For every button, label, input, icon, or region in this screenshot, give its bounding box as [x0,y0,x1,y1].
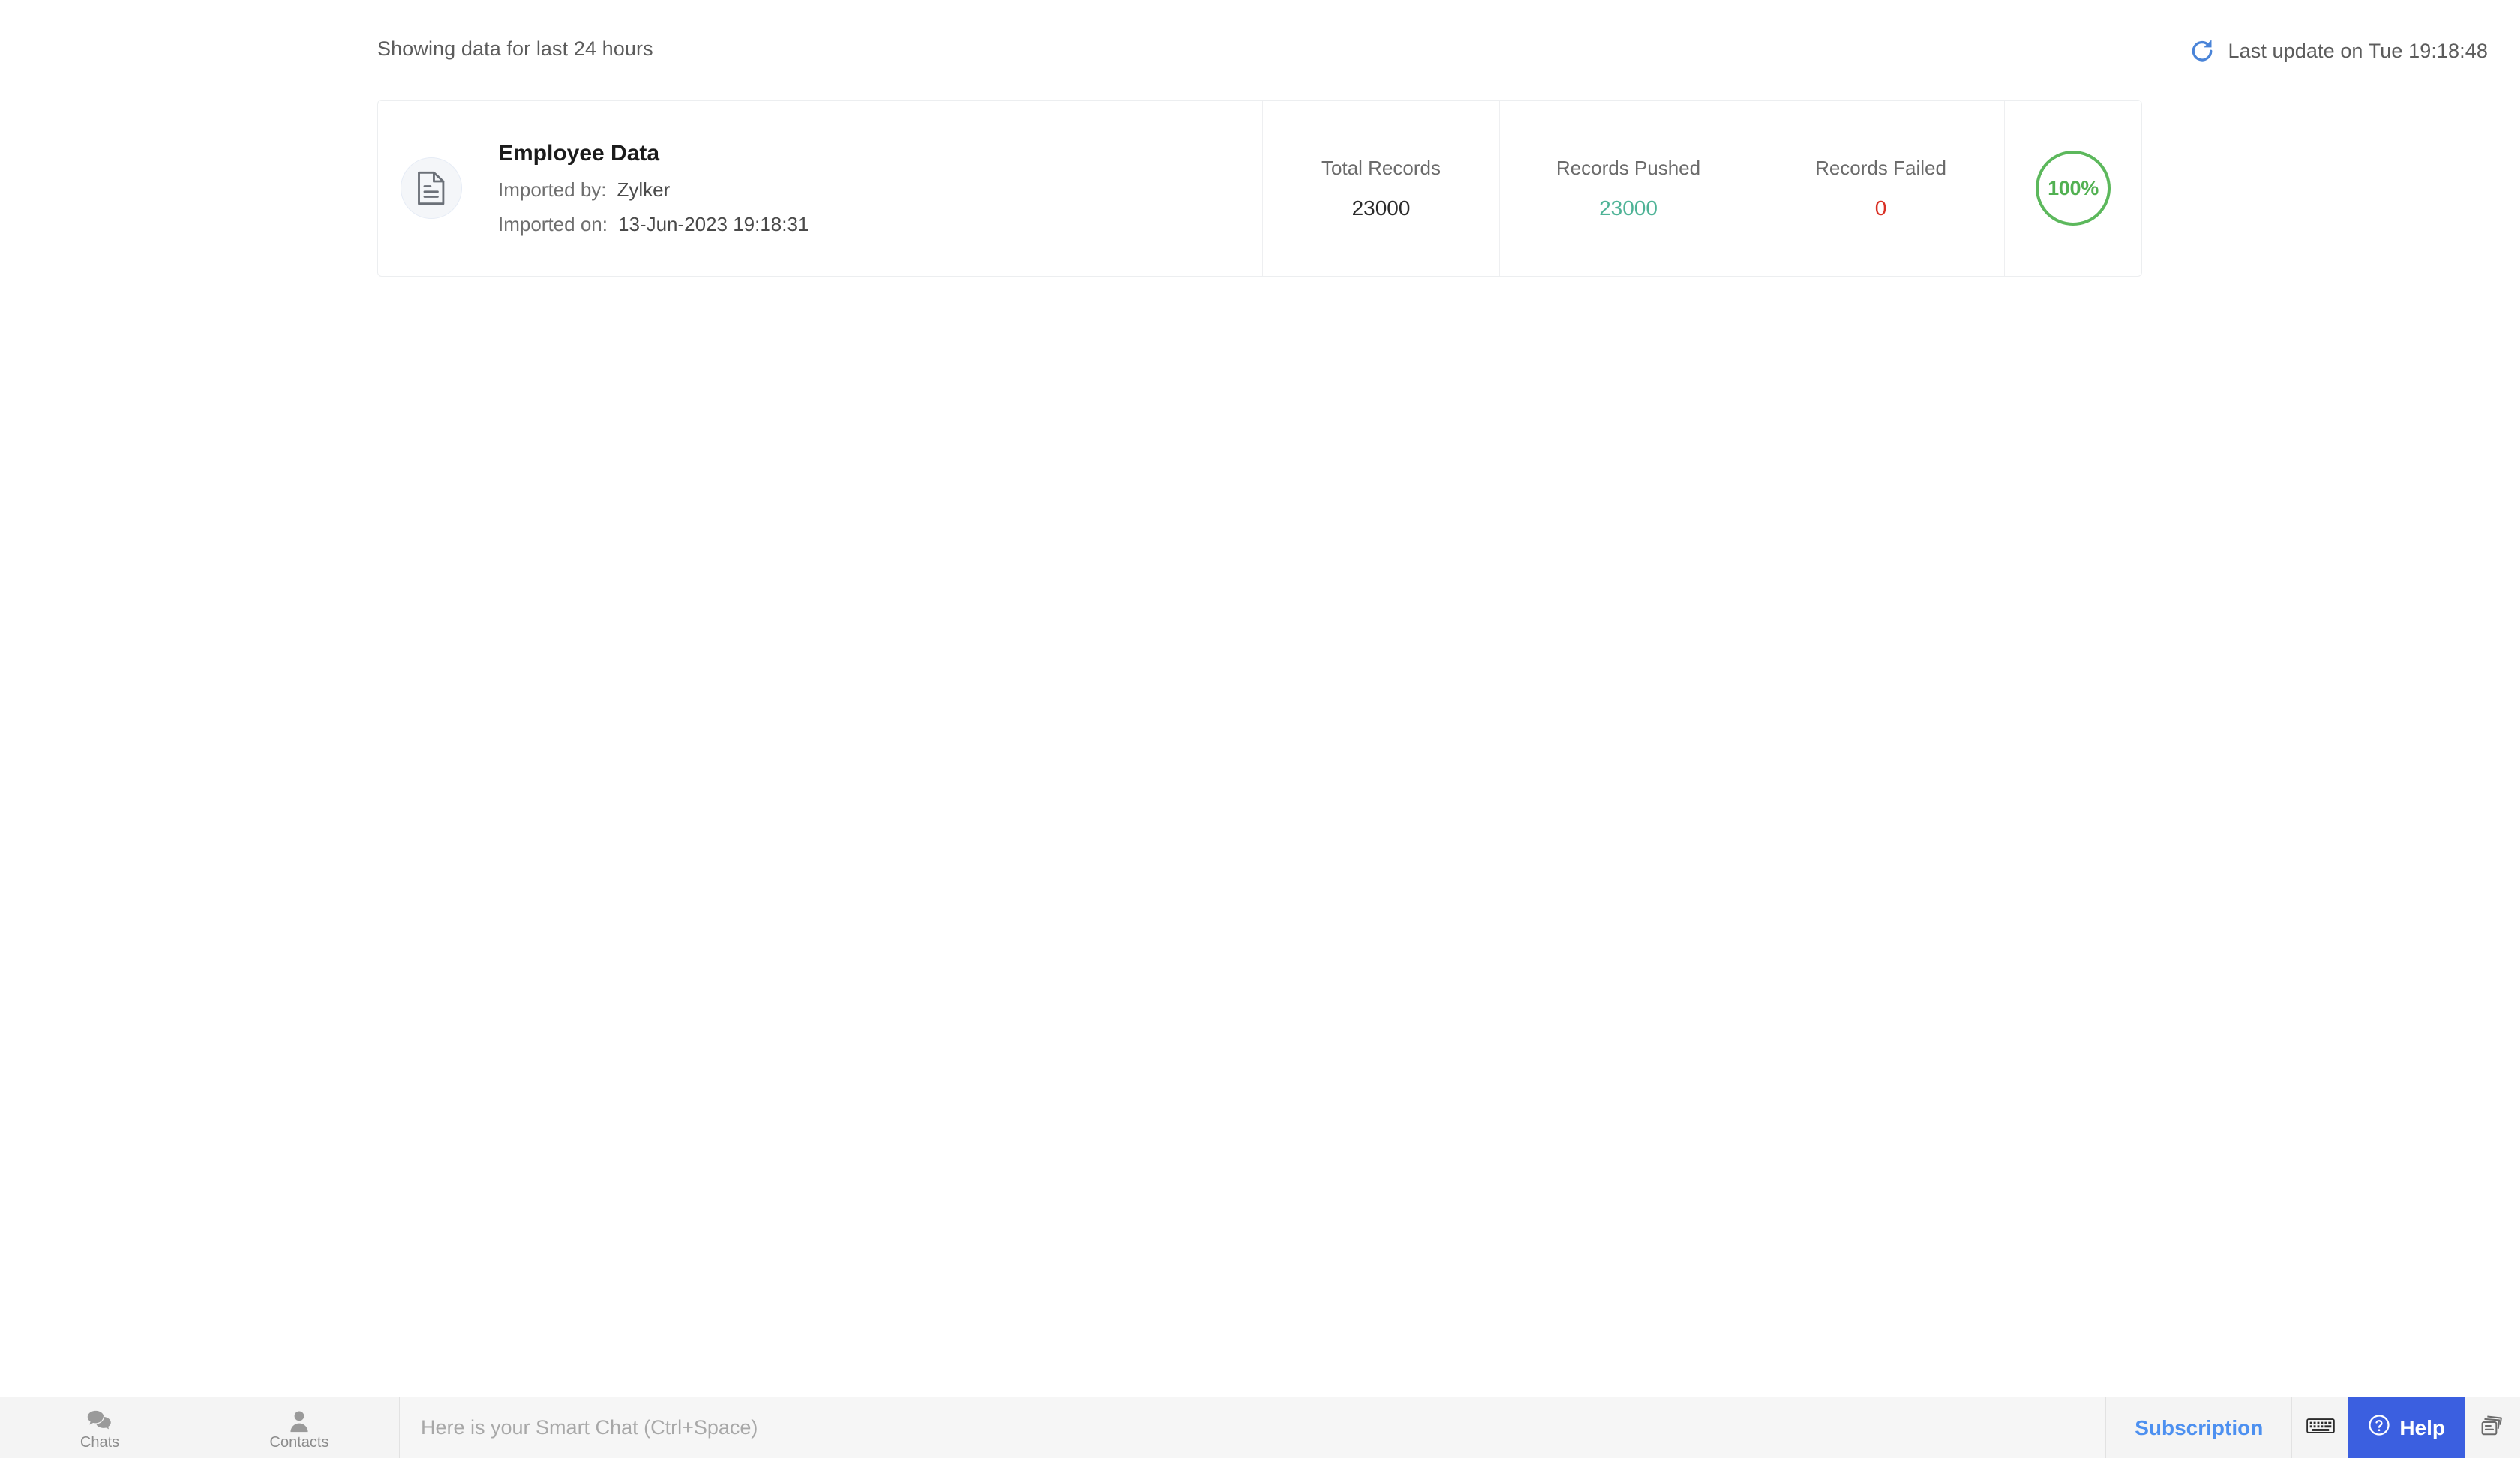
document-icon [400,158,462,219]
status-header: Showing data for last 24 hours Last upda… [0,0,2520,98]
chat-bubbles-icon [86,1409,113,1433]
imported-on-value: 13-Jun-2023 19:18:31 [617,213,809,236]
bottom-bar-actions: Subscription Help [2105,1397,2520,1458]
stat-label: Records Pushed [1556,156,1701,179]
help-button-label: Help [2399,1415,2445,1439]
showing-data-label: Showing data for last 24 hours [377,38,653,60]
keyboard-icon [2306,1416,2335,1439]
stat-value: 23000 [1599,196,1658,220]
refresh-icon[interactable] [2188,37,2216,65]
bottom-tab-contacts[interactable]: Contacts [200,1397,399,1458]
imported-by-value: Zylker [616,178,670,202]
progress-percent-label: 100% [2048,176,2098,200]
stat-label: Total Records [1322,156,1441,179]
app-root: Showing data for last 24 hours Last upda… [0,0,2520,1458]
stat-total-records: Total Records 23000 [1263,100,1500,276]
bottom-tab-label: Chats [80,1433,120,1450]
import-summary-card[interactable]: Employee Data Imported by: Zylker Importe… [377,100,2142,277]
person-icon [287,1409,311,1433]
keyboard-shortcuts-button[interactable] [2291,1397,2348,1458]
smart-chat-input[interactable] [421,1416,2106,1439]
import-file-info: Employee Data Imported by: Zylker Importe… [378,100,1263,276]
question-circle-icon [2368,1414,2390,1442]
stat-value: 23000 [1352,196,1411,220]
import-text-block: Employee Data Imported by: Zylker Importe… [498,141,808,235]
imported-on-row: Imported on: 13-Jun-2023 19:18:31 [498,214,808,236]
bottom-tab-label: Contacts [269,1433,329,1450]
imported-by-label: Imported by: [498,178,607,202]
progress-column: 100% [2005,100,2141,276]
progress-ring: 100% [2036,151,2110,226]
imported-by-row: Imported by: Zylker [498,179,808,201]
help-button[interactable]: Help [2348,1397,2464,1458]
bottom-bar: Chats Contacts Subscription [0,1396,2520,1458]
subscription-link[interactable]: Subscription [2105,1397,2291,1458]
last-update-text: Last update on Tue 19:18:48 [2228,39,2488,62]
notes-button[interactable] [2464,1397,2520,1458]
stat-value: 0 [1874,196,1887,220]
stat-records-pushed: Records Pushed 23000 [1500,100,1757,276]
stat-records-failed: Records Failed 0 [1757,100,2005,276]
notes-stack-icon [2480,1414,2506,1442]
imported-on-label: Imported on: [498,213,608,236]
smart-chat-container[interactable] [399,1397,2106,1458]
stat-label: Records Failed [1815,156,1946,179]
last-update-group: Last update on Tue 19:18:48 [2188,36,2488,66]
import-title: Employee Data [498,141,660,166]
bottom-tab-chats[interactable]: Chats [0,1397,200,1458]
